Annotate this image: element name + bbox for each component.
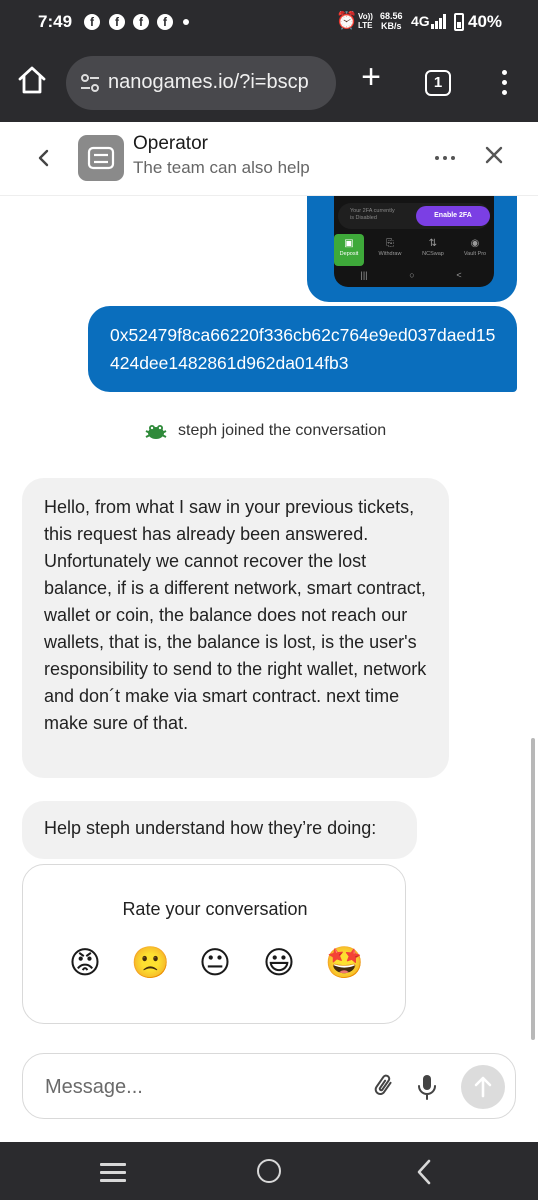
rate-unhappy-button[interactable]: 🙁 — [131, 945, 170, 981]
swap-icon: ⇅ — [428, 238, 438, 249]
home-icon[interactable] — [16, 64, 48, 96]
signal-icon — [431, 14, 447, 29]
screenshot-ncswap: ⇅ NCSwap — [418, 234, 448, 266]
rate-happy-button[interactable]: 😃 — [261, 945, 297, 981]
rating-card: Rate your conversation 😡 🙁 😐 😃 🤩 — [22, 864, 406, 1024]
operator-avatar — [78, 135, 124, 181]
tab-switcher-button[interactable]: 1 — [425, 70, 451, 96]
arrow-up-icon — [474, 1076, 492, 1098]
rating-title: Rate your conversation — [122, 899, 308, 919]
home-circle-icon[interactable] — [257, 1159, 281, 1183]
more-options-icon[interactable] — [432, 148, 458, 168]
message-composer — [22, 1053, 516, 1119]
send-button[interactable] — [461, 1065, 505, 1109]
message-input[interactable] — [45, 1074, 345, 1100]
joined-text: steph joined the conversation — [178, 422, 387, 439]
operator-bot-icon — [87, 146, 115, 170]
new-tab-button[interactable]: + — [356, 60, 386, 94]
alarm-icon: ⏰ — [336, 11, 358, 30]
facebook-notification-icon: f — [157, 14, 173, 30]
withdraw-icon: ⎘ — [386, 238, 394, 249]
agent-bug-avatar-icon — [145, 425, 167, 439]
url-text: nanogames.io/?i=bscp — [108, 71, 309, 93]
scrollbar-thumb[interactable] — [531, 738, 535, 1040]
battery-icon — [454, 13, 464, 31]
rate-angry-button[interactable]: 😡 — [67, 945, 103, 981]
screenshot-action-row: ▣ Deposit ⎘ Withdraw ⇅ NCSwap ◉ Vault Pr… — [334, 234, 494, 266]
screenshot-vault-pro: ◉ Vault Pro — [460, 234, 490, 266]
url-bar[interactable]: nanogames.io/?i=bscp — [66, 56, 336, 110]
recent-apps-icon[interactable] — [100, 1162, 126, 1182]
screenshot-deposit: ▣ Deposit — [334, 234, 364, 266]
chat-header: Operator The team can also help — [0, 122, 538, 196]
vault-icon: ◉ — [470, 238, 480, 249]
browser-toolbar: nanogames.io/?i=bscp + 1 — [0, 44, 538, 122]
microphone-icon[interactable] — [416, 1073, 438, 1101]
system-back-icon[interactable] — [412, 1158, 438, 1186]
chat-subtitle: The team can also help — [133, 158, 310, 177]
wallet-icon: ▣ — [344, 238, 354, 249]
status-bar: 7:49 f f f f ⏰ Vo)) LTE 68.56 KB/s 4G 40% — [0, 0, 538, 44]
screenshot-nav-bar: ||| ○ < — [334, 270, 494, 284]
screenshot-home-icon: ○ — [409, 270, 415, 280]
more-notifications-dot-icon — [183, 19, 189, 25]
battery-percent: 40% — [468, 12, 503, 31]
rate-star-struck-button[interactable]: 🤩 — [325, 945, 364, 981]
facebook-notification-icon: f — [109, 14, 125, 30]
network-type: 4G — [411, 13, 430, 29]
twofa-status-text: Your 2FA currently is Disabled — [350, 208, 395, 221]
user-message-bubble: 0x52479f8ca66220f336cb62c764e9ed037daed1… — [88, 306, 517, 392]
screenshot-back-icon: < — [456, 270, 462, 280]
twofa-banner: Your 2FA currently is Disabled Enable 2F… — [338, 203, 490, 229]
site-settings-icon[interactable] — [80, 74, 100, 92]
volte-indicator: Vo)) LTE — [358, 12, 373, 30]
back-chevron-icon[interactable] — [32, 146, 56, 170]
paperclip-icon[interactable] — [371, 1073, 397, 1099]
close-icon[interactable] — [482, 143, 506, 167]
screenshot-recents-icon: ||| — [360, 270, 368, 280]
chat-title: Operator — [133, 133, 208, 154]
network-speed: 68.56 KB/s — [380, 11, 403, 31]
rating-prompt-bubble: Help steph understand how they’re doing: — [22, 801, 417, 859]
facebook-notification-icon: f — [133, 14, 149, 30]
system-navigation-bar — [0, 1142, 538, 1200]
agent-message-bubble: Hello, from what I saw in your previous … — [22, 478, 449, 778]
browser-menu-icon[interactable] — [495, 68, 515, 98]
facebook-notification-icon: f — [84, 14, 100, 30]
rate-neutral-button[interactable]: 😐 — [197, 945, 233, 981]
status-time: 7:49 — [38, 12, 73, 31]
screenshot-withdraw: ⎘ Withdraw — [375, 234, 405, 266]
shared-screenshot-image[interactable]: Your 2FA currently is Disabled Enable 2F… — [334, 196, 494, 287]
enable-2fa-label: Enable 2FA — [416, 206, 490, 226]
